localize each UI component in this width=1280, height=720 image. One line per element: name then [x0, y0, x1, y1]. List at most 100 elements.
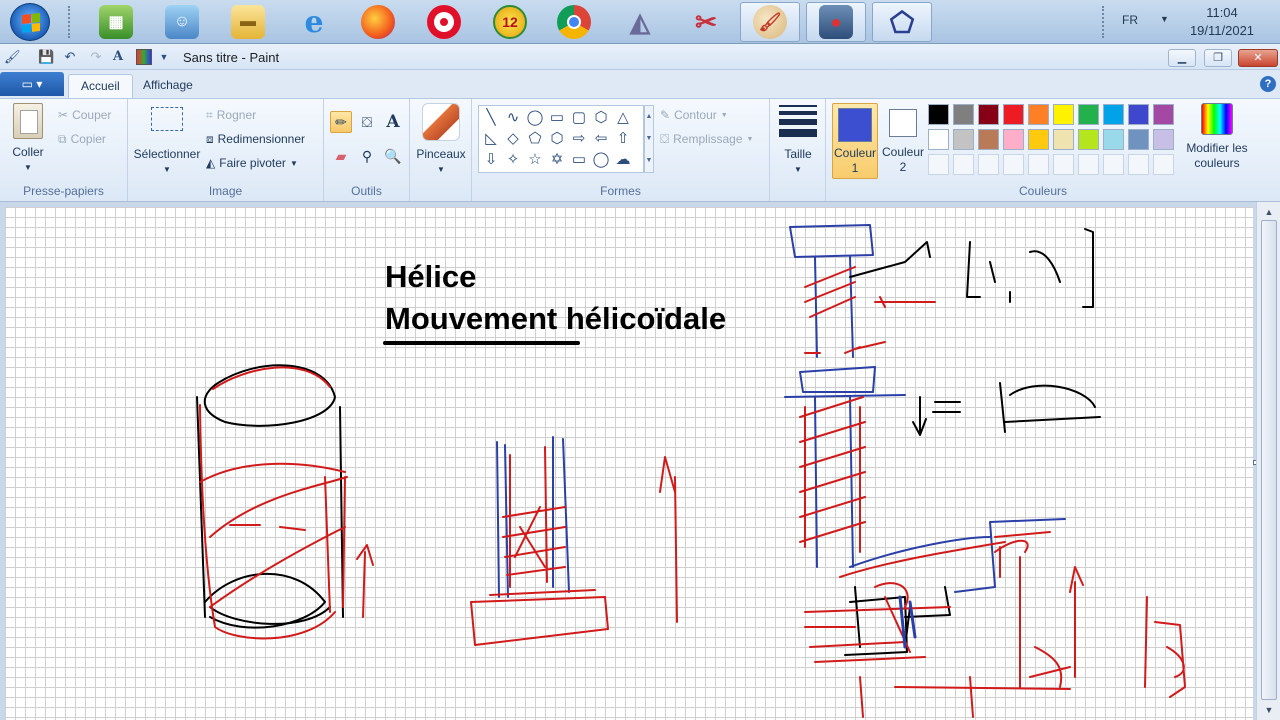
- scroll-down-arrow-icon[interactable]: ▼: [1257, 702, 1280, 718]
- eraser-icon[interactable]: ▰: [330, 145, 352, 167]
- text-tool-icon[interactable]: A: [382, 111, 404, 133]
- palette-swatch-empty[interactable]: [928, 154, 949, 175]
- palette-swatch[interactable]: [928, 104, 949, 125]
- callout-oval-shape-icon[interactable]: ◯: [591, 150, 611, 170]
- start-button[interactable]: [10, 3, 50, 41]
- palette-swatch[interactable]: [1028, 104, 1049, 125]
- taskbar-app-explorer[interactable]: ▬: [218, 2, 278, 42]
- minimize-button[interactable]: ▁: [1168, 49, 1196, 67]
- taskbar-app-12[interactable]: 12: [480, 2, 540, 42]
- polygon-shape-icon[interactable]: ⬡: [591, 108, 611, 128]
- rectangle-shape-icon[interactable]: ▭: [547, 108, 567, 128]
- taskbar-app-fichiers[interactable]: ▦: [86, 2, 146, 42]
- palette-swatch[interactable]: [1128, 129, 1149, 150]
- drawing-canvas[interactable]: Hélice Mouvement hélicoïdale: [5, 207, 1253, 720]
- tab-affichage[interactable]: Affichage: [131, 74, 205, 98]
- palette-swatch-empty[interactable]: [1028, 154, 1049, 175]
- taskbar-app-firefox[interactable]: [348, 2, 408, 42]
- line-shape-icon[interactable]: ╲: [481, 108, 501, 128]
- palette-swatch[interactable]: [928, 129, 949, 150]
- resize-button[interactable]: ⧈ Redimensionner: [206, 129, 305, 149]
- palette-swatch-empty[interactable]: [1103, 154, 1124, 175]
- palette-swatch[interactable]: [1153, 129, 1174, 150]
- right-triangle-shape-icon[interactable]: ◺: [481, 129, 501, 149]
- taskbar-app-opera[interactable]: [414, 2, 474, 42]
- palette-swatch-empty[interactable]: [1003, 154, 1024, 175]
- outline-button[interactable]: ✎ Contour ▼: [660, 105, 728, 125]
- rounded-rectangle-shape-icon[interactable]: ▢: [569, 108, 589, 128]
- palette-swatch[interactable]: [978, 129, 999, 150]
- fill-button[interactable]: ⛋ Remplissage ▼: [660, 129, 753, 149]
- palette-swatch[interactable]: [1103, 129, 1124, 150]
- help-icon[interactable]: ?: [1260, 76, 1276, 92]
- palette-swatch[interactable]: [1053, 129, 1074, 150]
- taskbar-app-media[interactable]: ●: [806, 2, 866, 42]
- rotate-button[interactable]: ◭ Faire pivoter ▼: [206, 153, 298, 173]
- arrow-up-shape-icon[interactable]: ⇧: [613, 129, 633, 149]
- tab-accueil[interactable]: Accueil: [68, 74, 133, 98]
- palette-swatch[interactable]: [978, 104, 999, 125]
- palette-swatch-empty[interactable]: [1153, 154, 1174, 175]
- callout-cloud-shape-icon[interactable]: ☁: [613, 150, 633, 170]
- color-quick-icon[interactable]: [136, 49, 152, 65]
- palette-swatch[interactable]: [1153, 104, 1174, 125]
- star4-shape-icon[interactable]: ✧: [503, 150, 523, 170]
- undo-icon[interactable]: ↶: [62, 49, 78, 65]
- taskbar-grip[interactable]: [68, 6, 72, 38]
- taskbar-app-paint[interactable]: 🖌: [740, 2, 800, 42]
- palette-swatch-empty[interactable]: [1128, 154, 1149, 175]
- hexagon-shape-icon[interactable]: ⬡: [547, 129, 567, 149]
- color2-button[interactable]: Couleur 2: [880, 103, 926, 175]
- arrow-left-shape-icon[interactable]: ⇦: [591, 129, 611, 149]
- scroll-up-arrow-icon[interactable]: ▲: [1257, 204, 1280, 220]
- palette-swatch-empty[interactable]: [978, 154, 999, 175]
- arrow-right-shape-icon[interactable]: ⇨: [569, 129, 589, 149]
- palette-swatch-empty[interactable]: [1053, 154, 1074, 175]
- palette-swatch[interactable]: [1028, 129, 1049, 150]
- palette-swatch-empty[interactable]: [953, 154, 974, 175]
- save-icon[interactable]: 💾: [38, 49, 54, 65]
- palette-swatch[interactable]: [1078, 129, 1099, 150]
- palette-swatch[interactable]: [1003, 104, 1024, 125]
- callout-rect-shape-icon[interactable]: ▭: [569, 150, 589, 170]
- paste-button[interactable]: Coller ▼: [6, 103, 50, 175]
- diamond-shape-icon[interactable]: ◇: [503, 129, 523, 149]
- curve-shape-icon[interactable]: ∿: [503, 108, 523, 128]
- arrow-down-shape-icon[interactable]: ⇩: [481, 150, 501, 170]
- magnifier-icon[interactable]: 🔍: [382, 145, 404, 167]
- oval-shape-icon[interactable]: ◯: [525, 108, 545, 128]
- palette-swatch[interactable]: [1103, 104, 1124, 125]
- taskbar-app-user[interactable]: ☺: [152, 2, 212, 42]
- pentagon-shape-icon[interactable]: ⬠: [525, 129, 545, 149]
- brushes-button[interactable]: Pinceaux ▼: [414, 103, 468, 177]
- cut-button[interactable]: ✂ Couper: [58, 105, 111, 125]
- taskbar-app-geogebra[interactable]: ◭: [610, 2, 670, 42]
- copy-button[interactable]: ⧉ Copier: [58, 129, 106, 149]
- taskbar-app-snipping[interactable]: ✂: [676, 2, 736, 42]
- tray-expand-icon[interactable]: ▼: [1160, 14, 1169, 24]
- edit-colors-button[interactable]: Modifier les couleurs: [1182, 103, 1252, 171]
- palette-swatch[interactable]: [1078, 104, 1099, 125]
- palette-swatch[interactable]: [953, 104, 974, 125]
- select-button[interactable]: Sélectionner ▼: [132, 107, 202, 177]
- clock[interactable]: 11:04 19/11/2021: [1180, 4, 1264, 40]
- palette-swatch-empty[interactable]: [1078, 154, 1099, 175]
- paint-app-icon[interactable]: 🖌: [4, 49, 21, 65]
- color-picker-icon[interactable]: ⚲: [356, 145, 378, 167]
- maximize-button[interactable]: ❐: [1204, 49, 1232, 67]
- palette-swatch[interactable]: [1003, 129, 1024, 150]
- paint-menu-button[interactable]: ▭ ▾: [0, 72, 64, 96]
- taskbar-app-chrome[interactable]: [544, 2, 604, 42]
- crop-button[interactable]: ⌗ Rogner: [206, 105, 256, 125]
- star6-shape-icon[interactable]: ✡: [547, 150, 567, 170]
- palette-swatch[interactable]: [953, 129, 974, 150]
- size-button[interactable]: Taille ▼: [776, 105, 820, 177]
- quick-access-dropdown-icon[interactable]: ▼: [156, 49, 172, 65]
- text-tool-quick-icon[interactable]: A: [110, 49, 126, 65]
- taskbar-app-polygon[interactable]: ⬠: [872, 2, 932, 42]
- pencil-tool-icon[interactable]: ✏: [330, 111, 352, 133]
- redo-icon[interactable]: ↷: [88, 49, 104, 65]
- vertical-scrollbar[interactable]: ▲ ▼: [1256, 202, 1280, 720]
- language-indicator[interactable]: FR: [1122, 13, 1138, 27]
- color1-button[interactable]: Couleur 1: [832, 103, 878, 179]
